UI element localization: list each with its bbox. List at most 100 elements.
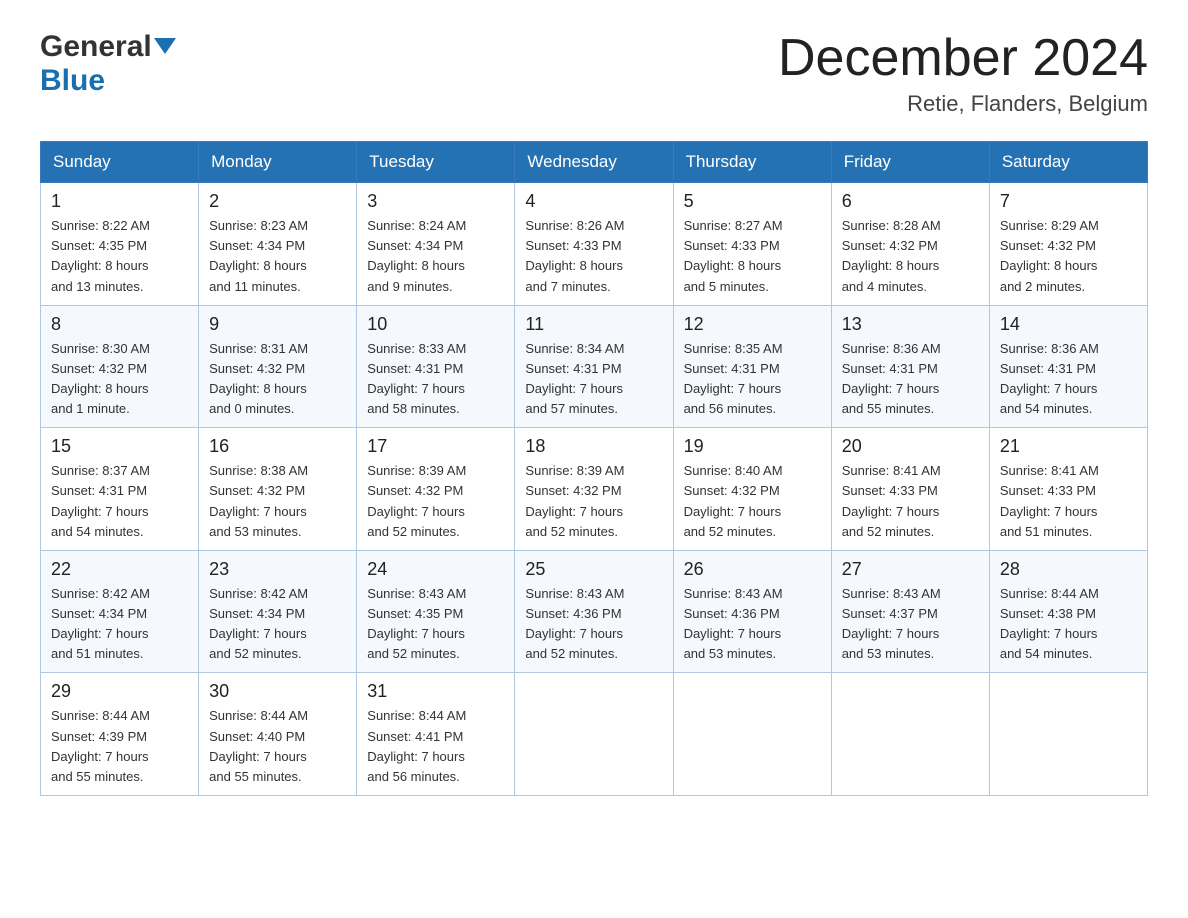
calendar-body: 1Sunrise: 8:22 AM Sunset: 4:35 PM Daylig…	[41, 183, 1148, 796]
logo: General Blue	[40, 30, 176, 98]
day-number: 8	[51, 314, 188, 335]
day-info: Sunrise: 8:35 AM Sunset: 4:31 PM Dayligh…	[684, 339, 821, 420]
day-info: Sunrise: 8:24 AM Sunset: 4:34 PM Dayligh…	[367, 216, 504, 297]
day-number: 26	[684, 559, 821, 580]
calendar-cell: 31 Sunrise: 8:44 AM Sunset: 4:41 PM Dayli…	[357, 673, 515, 796]
day-number: 3	[367, 191, 504, 212]
day-number: 22	[51, 559, 188, 580]
day-number: 30	[209, 681, 346, 702]
day-info: Sunrise: 8:44 AM Sunset: 4:38 PM Dayligh…	[1000, 584, 1137, 665]
header-monday: Monday	[199, 142, 357, 183]
day-info: Sunrise: 8:43 AM Sunset: 4:36 PM Dayligh…	[525, 584, 662, 665]
day-info: Sunrise: 8:38 AM Sunset: 4:32 PM Dayligh…	[209, 461, 346, 542]
calendar-cell	[831, 673, 989, 796]
day-info: Sunrise: 8:33 AM Sunset: 4:31 PM Dayligh…	[367, 339, 504, 420]
calendar-cell: 19 Sunrise: 8:40 AM Sunset: 4:32 PM Dayli…	[673, 428, 831, 551]
calendar-table: Sunday Monday Tuesday Wednesday Thursday…	[40, 141, 1148, 796]
day-info: Sunrise: 8:44 AM Sunset: 4:41 PM Dayligh…	[367, 706, 504, 787]
day-info: Sunrise: 8:28 AM Sunset: 4:32 PM Dayligh…	[842, 216, 979, 297]
calendar-week-2: 8 Sunrise: 8:30 AM Sunset: 4:32 PM Daylig…	[41, 305, 1148, 428]
calendar-week-3: 15 Sunrise: 8:37 AM Sunset: 4:31 PM Dayli…	[41, 428, 1148, 551]
calendar-cell: 14Sunrise: 8:36 AM Sunset: 4:31 PM Dayli…	[989, 305, 1147, 428]
day-info: Sunrise: 8:36 AM Sunset: 4:31 PM Dayligh…	[842, 339, 979, 420]
calendar-cell	[989, 673, 1147, 796]
day-number: 12	[684, 314, 821, 335]
calendar-cell: 1Sunrise: 8:22 AM Sunset: 4:35 PM Daylig…	[41, 183, 199, 306]
calendar-cell: 21Sunrise: 8:41 AM Sunset: 4:33 PM Dayli…	[989, 428, 1147, 551]
calendar-cell: 25Sunrise: 8:43 AM Sunset: 4:36 PM Dayli…	[515, 550, 673, 673]
location-title: Retie, Flanders, Belgium	[778, 91, 1148, 117]
calendar-week-4: 22 Sunrise: 8:42 AM Sunset: 4:34 PM Dayli…	[41, 550, 1148, 673]
day-info: Sunrise: 8:41 AM Sunset: 4:33 PM Dayligh…	[842, 461, 979, 542]
day-number: 24	[367, 559, 504, 580]
calendar-week-1: 1Sunrise: 8:22 AM Sunset: 4:35 PM Daylig…	[41, 183, 1148, 306]
calendar-cell: 16Sunrise: 8:38 AM Sunset: 4:32 PM Dayli…	[199, 428, 357, 551]
day-info: Sunrise: 8:29 AM Sunset: 4:32 PM Dayligh…	[1000, 216, 1137, 297]
day-number: 5	[684, 191, 821, 212]
day-info: Sunrise: 8:42 AM Sunset: 4:34 PM Dayligh…	[51, 584, 188, 665]
day-info: Sunrise: 8:26 AM Sunset: 4:33 PM Dayligh…	[525, 216, 662, 297]
day-number: 19	[684, 436, 821, 457]
calendar-header: Sunday Monday Tuesday Wednesday Thursday…	[41, 142, 1148, 183]
calendar-cell: 23Sunrise: 8:42 AM Sunset: 4:34 PM Dayli…	[199, 550, 357, 673]
calendar-cell: 22 Sunrise: 8:42 AM Sunset: 4:34 PM Dayli…	[41, 550, 199, 673]
day-info: Sunrise: 8:43 AM Sunset: 4:37 PM Dayligh…	[842, 584, 979, 665]
day-info: Sunrise: 8:27 AM Sunset: 4:33 PM Dayligh…	[684, 216, 821, 297]
day-number: 27	[842, 559, 979, 580]
calendar-cell: 29Sunrise: 8:44 AM Sunset: 4:39 PM Dayli…	[41, 673, 199, 796]
calendar-cell: 5 Sunrise: 8:27 AM Sunset: 4:33 PM Daylig…	[673, 183, 831, 306]
day-info: Sunrise: 8:36 AM Sunset: 4:31 PM Dayligh…	[1000, 339, 1137, 420]
calendar-cell: 20 Sunrise: 8:41 AM Sunset: 4:33 PM Dayli…	[831, 428, 989, 551]
calendar-cell: 2 Sunrise: 8:23 AM Sunset: 4:34 PM Daylig…	[199, 183, 357, 306]
calendar-cell: 18Sunrise: 8:39 AM Sunset: 4:32 PM Dayli…	[515, 428, 673, 551]
header-wednesday: Wednesday	[515, 142, 673, 183]
day-info: Sunrise: 8:40 AM Sunset: 4:32 PM Dayligh…	[684, 461, 821, 542]
day-info: Sunrise: 8:22 AM Sunset: 4:35 PM Dayligh…	[51, 216, 188, 297]
day-info: Sunrise: 8:31 AM Sunset: 4:32 PM Dayligh…	[209, 339, 346, 420]
day-number: 4	[525, 191, 662, 212]
day-info: Sunrise: 8:30 AM Sunset: 4:32 PM Dayligh…	[51, 339, 188, 420]
day-number: 9	[209, 314, 346, 335]
header-thursday: Thursday	[673, 142, 831, 183]
day-info: Sunrise: 8:43 AM Sunset: 4:36 PM Dayligh…	[684, 584, 821, 665]
header-saturday: Saturday	[989, 142, 1147, 183]
calendar-cell: 10 Sunrise: 8:33 AM Sunset: 4:31 PM Dayli…	[357, 305, 515, 428]
calendar-cell: 30 Sunrise: 8:44 AM Sunset: 4:40 PM Dayli…	[199, 673, 357, 796]
calendar-cell: 4 Sunrise: 8:26 AM Sunset: 4:33 PM Daylig…	[515, 183, 673, 306]
calendar-cell: 9 Sunrise: 8:31 AM Sunset: 4:32 PM Daylig…	[199, 305, 357, 428]
day-info: Sunrise: 8:34 AM Sunset: 4:31 PM Dayligh…	[525, 339, 662, 420]
day-number: 18	[525, 436, 662, 457]
day-number: 31	[367, 681, 504, 702]
calendar-cell	[673, 673, 831, 796]
calendar-cell: 17Sunrise: 8:39 AM Sunset: 4:32 PM Dayli…	[357, 428, 515, 551]
day-info: Sunrise: 8:42 AM Sunset: 4:34 PM Dayligh…	[209, 584, 346, 665]
header-tuesday: Tuesday	[357, 142, 515, 183]
calendar-cell: 24 Sunrise: 8:43 AM Sunset: 4:35 PM Dayli…	[357, 550, 515, 673]
day-number: 13	[842, 314, 979, 335]
day-number: 6	[842, 191, 979, 212]
day-number: 7	[1000, 191, 1137, 212]
day-number: 2	[209, 191, 346, 212]
day-number: 15	[51, 436, 188, 457]
day-number: 17	[367, 436, 504, 457]
page-header: General Blue December 2024 Retie, Flande…	[40, 30, 1148, 117]
calendar-cell: 12 Sunrise: 8:35 AM Sunset: 4:31 PM Dayli…	[673, 305, 831, 428]
calendar-cell: 13 Sunrise: 8:36 AM Sunset: 4:31 PM Dayli…	[831, 305, 989, 428]
logo-blue-text: Blue	[40, 64, 105, 97]
calendar-cell: 8 Sunrise: 8:30 AM Sunset: 4:32 PM Daylig…	[41, 305, 199, 428]
day-info: Sunrise: 8:43 AM Sunset: 4:35 PM Dayligh…	[367, 584, 504, 665]
day-info: Sunrise: 8:44 AM Sunset: 4:40 PM Dayligh…	[209, 706, 346, 787]
day-info: Sunrise: 8:37 AM Sunset: 4:31 PM Dayligh…	[51, 461, 188, 542]
calendar-cell: 28Sunrise: 8:44 AM Sunset: 4:38 PM Dayli…	[989, 550, 1147, 673]
day-number: 20	[842, 436, 979, 457]
logo-arrow-icon	[154, 34, 176, 61]
calendar-cell	[515, 673, 673, 796]
day-info: Sunrise: 8:41 AM Sunset: 4:33 PM Dayligh…	[1000, 461, 1137, 542]
header-friday: Friday	[831, 142, 989, 183]
header-row: Sunday Monday Tuesday Wednesday Thursday…	[41, 142, 1148, 183]
day-info: Sunrise: 8:23 AM Sunset: 4:34 PM Dayligh…	[209, 216, 346, 297]
day-number: 10	[367, 314, 504, 335]
title-block: December 2024 Retie, Flanders, Belgium	[778, 30, 1148, 117]
calendar-cell: 7 Sunrise: 8:29 AM Sunset: 4:32 PM Daylig…	[989, 183, 1147, 306]
calendar-week-5: 29Sunrise: 8:44 AM Sunset: 4:39 PM Dayli…	[41, 673, 1148, 796]
